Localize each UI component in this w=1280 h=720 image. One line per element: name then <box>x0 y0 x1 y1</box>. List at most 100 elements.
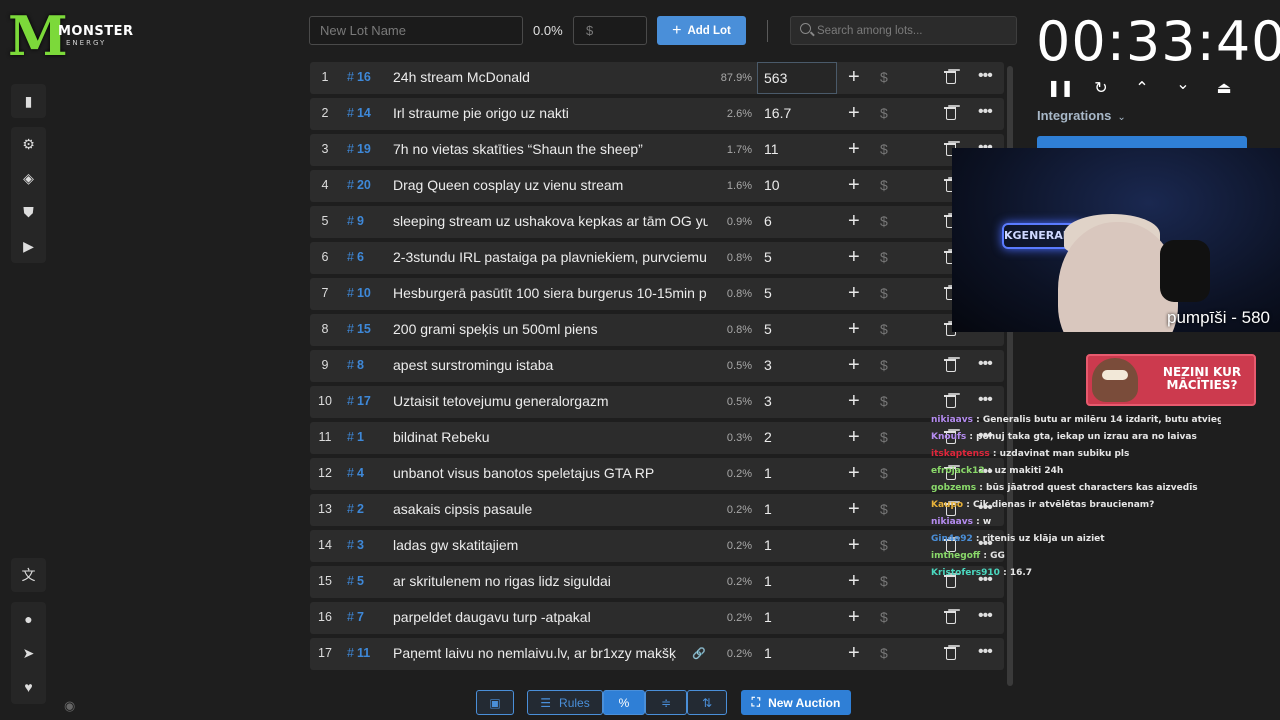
dollar-icon[interactable]: $ <box>880 573 888 589</box>
add-amount-icon[interactable]: + <box>848 65 860 89</box>
lot-search-input[interactable] <box>817 17 1013 44</box>
lot-row[interactable]: 12 #4 unbanot visus banotos speletajus GTA… <box>310 458 1004 490</box>
chat-username[interactable]: gobzems <box>931 483 976 493</box>
dollar-icon[interactable]: $ <box>880 177 888 193</box>
dollar-icon[interactable]: $ <box>880 249 888 265</box>
add-amount-icon[interactable]: + <box>848 137 860 161</box>
chat-username[interactable]: Kaupo <box>931 500 963 510</box>
link-icon[interactable]: 🔗 <box>692 647 706 660</box>
lot-name[interactable]: Drag Queen cosplay uz vienu stream <box>393 177 708 193</box>
shield-icon[interactable]: ⛊ <box>11 195 46 229</box>
dollar-icon[interactable]: $ <box>880 357 888 373</box>
chat-username[interactable]: imthegoff <box>931 551 980 561</box>
lot-row[interactable]: 10 #17 Uztaisit tetovejumu generalorgazm 0.… <box>310 386 1004 418</box>
add-amount-icon[interactable]: + <box>848 209 860 233</box>
lot-name[interactable]: unbanot visus banotos speletajus GTA RP <box>393 465 708 481</box>
lot-amount[interactable]: 10 <box>764 177 780 193</box>
chevron-up-icon[interactable]: ⌃ <box>1130 78 1154 98</box>
lot-name[interactable]: Hesburgerā pasūtīt 100 siera burgerus 10… <box>393 285 708 301</box>
lot-name[interactable]: ar skritulenem no rigas lidz siguldai <box>393 573 708 589</box>
trash-icon[interactable] <box>944 358 958 372</box>
save-button[interactable]: ▣ <box>476 690 514 715</box>
donate-icon[interactable]: ♥ <box>11 670 46 704</box>
chat-username[interactable]: nikiaavs <box>931 415 973 425</box>
add-amount-icon[interactable]: + <box>848 281 860 305</box>
lot-amount[interactable]: 2 <box>764 429 772 445</box>
trash-icon[interactable] <box>944 394 958 408</box>
chat-username[interactable]: itskaptenss <box>931 449 990 459</box>
add-amount-icon[interactable]: + <box>848 425 860 449</box>
lot-name[interactable]: 7h no vietas skatīties “Shaun the sheep” <box>393 141 708 157</box>
add-amount-icon[interactable]: + <box>848 641 860 665</box>
dollar-icon[interactable]: $ <box>880 429 888 445</box>
lot-row[interactable]: 16 #7 parpeldet daugavu turp -atpakal 0.2% 1… <box>310 602 1004 634</box>
more-options-icon[interactable]: ••• <box>978 355 993 373</box>
lot-amount[interactable]: 5 <box>764 321 772 337</box>
lot-row[interactable]: 14 #3 ladas gw skatitajiem 0.2% 1 + $ ••• <box>310 530 1004 562</box>
lot-amount[interactable]: 3 <box>764 393 772 409</box>
add-amount-icon[interactable]: + <box>848 497 860 521</box>
lot-row[interactable]: 15 #5 ar skritulenem no rigas lidz sigulda… <box>310 566 1004 598</box>
dollar-icon[interactable]: $ <box>880 393 888 409</box>
add-amount-icon[interactable]: + <box>848 533 860 557</box>
lot-name[interactable]: asakais cipsis pasaule <box>393 501 708 517</box>
new-lot-amount-input[interactable] <box>573 16 647 45</box>
chat-username[interactable]: Kristofers910 <box>931 568 1000 578</box>
lot-name[interactable]: 2-3stundu IRL pastaiga pa plavniekiem, p… <box>393 249 708 265</box>
add-amount-icon[interactable]: + <box>848 605 860 629</box>
dollar-icon[interactable]: $ <box>880 105 888 121</box>
more-options-icon[interactable]: ••• <box>978 103 993 121</box>
lot-amount[interactable]: 1 <box>764 573 772 589</box>
layers-icon[interactable]: ◈ <box>11 161 46 195</box>
dollar-icon[interactable]: $ <box>880 285 888 301</box>
sort-toggle[interactable]: ⇅ <box>687 690 727 715</box>
add-amount-icon[interactable]: + <box>848 317 860 341</box>
lot-row[interactable]: 5 #9 sleeping stream uz ushakova kepkas ar… <box>310 206 1004 238</box>
new-auction-button[interactable]: ⛶ New Auction <box>741 690 851 715</box>
chevron-down-icon[interactable]: ⌄ <box>1171 74 1195 94</box>
lot-name[interactable]: apest surstromingu istaba <box>393 357 708 373</box>
rules-button[interactable]: ☰ Rules <box>527 690 603 715</box>
eject-icon[interactable]: ⏏ <box>1212 78 1236 98</box>
lot-row[interactable]: 4 #20 Drag Queen cosplay uz vienu stream 1.… <box>310 170 1004 202</box>
dollar-icon[interactable]: $ <box>880 141 888 157</box>
lot-name[interactable]: Irl straume pie origo uz nakti <box>393 105 708 121</box>
lot-amount[interactable]: 1 <box>764 465 772 481</box>
add-amount-icon[interactable]: + <box>848 353 860 377</box>
eye-icon[interactable]: ◉ <box>64 698 75 714</box>
video-icon[interactable]: ▶ <box>11 229 46 263</box>
lot-amount[interactable]: 563 <box>757 62 837 94</box>
lot-row[interactable]: 2 #14 Irl straume pie origo uz nakti 2.6% 16… <box>310 98 1004 130</box>
more-options-icon[interactable]: ••• <box>978 643 993 661</box>
github-icon[interactable]: ● <box>11 602 46 636</box>
lot-name[interactable]: parpeldet daugavu turp -atpakal <box>393 609 708 625</box>
chat-username[interactable]: nikiaavs <box>931 517 973 527</box>
more-options-icon[interactable]: ••• <box>978 391 993 409</box>
lot-amount[interactable]: 1 <box>764 609 772 625</box>
lot-row[interactable]: 13 #2 asakais cipsis pasaule 0.2% 1 + $ ••• <box>310 494 1004 526</box>
translate-icon[interactable]: 文 <box>11 558 46 592</box>
lot-row[interactable]: 9 #8 apest surstromingu istaba 0.5% 3 + $ ••• <box>310 350 1004 382</box>
lot-amount[interactable]: 16.7 <box>764 105 791 121</box>
chat-username[interactable]: efrojack12 <box>931 466 985 476</box>
lot-amount[interactable]: 1 <box>764 645 772 661</box>
lot-amount[interactable]: 5 <box>764 249 772 265</box>
lot-name[interactable]: bildinat Rebeku <box>393 429 708 445</box>
collapse-toggle[interactable]: ≑ <box>645 690 687 715</box>
lot-amount[interactable]: 5 <box>764 285 772 301</box>
chat-username[interactable]: Gin4a92 <box>931 534 973 544</box>
pause-icon[interactable]: ❚❚ <box>1047 78 1074 98</box>
lot-search[interactable] <box>790 16 1017 45</box>
chat-username[interactable]: Knoufs <box>931 432 966 442</box>
add-amount-icon[interactable]: + <box>848 101 860 125</box>
trash-icon[interactable] <box>944 70 958 84</box>
more-options-icon[interactable]: ••• <box>978 607 993 625</box>
stats-icon[interactable]: ▮ <box>11 84 46 118</box>
reset-icon[interactable]: ↻ <box>1089 78 1113 98</box>
add-amount-icon[interactable]: + <box>848 569 860 593</box>
dollar-icon[interactable]: $ <box>880 537 888 553</box>
add-lot-button[interactable]: + Add Lot <box>657 16 746 45</box>
lot-name[interactable]: ladas gw skatitajiem <box>393 537 708 553</box>
lot-amount[interactable]: 11 <box>764 141 779 157</box>
dollar-icon[interactable]: $ <box>880 501 888 517</box>
